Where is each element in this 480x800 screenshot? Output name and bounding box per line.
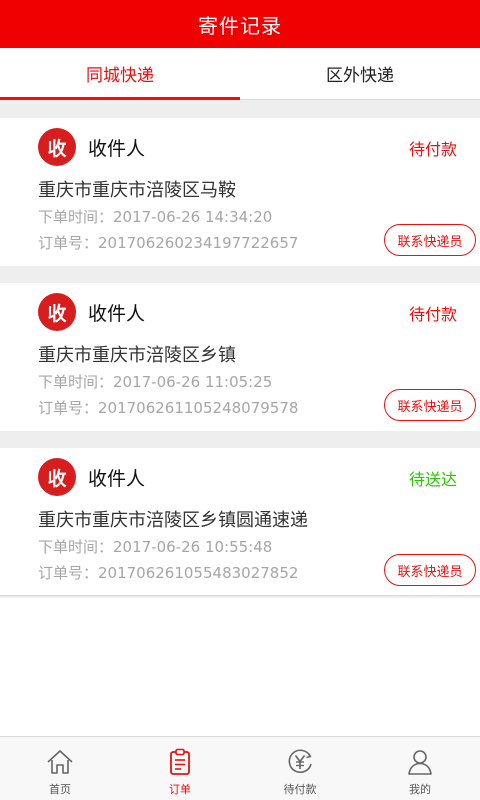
page-title: 寄件记录: [198, 13, 282, 38]
tab-same-city[interactable]: 同城快递: [0, 48, 240, 100]
app-header: 寄件记录: [0, 0, 480, 48]
active-tab-indicator: [0, 97, 240, 100]
contact-courier-button[interactable]: 联系快递员: [384, 554, 476, 586]
nav-pending-payment[interactable]: 待付款: [240, 737, 360, 800]
yen-icon: [288, 749, 312, 773]
receive-badge-icon: 收: [38, 293, 76, 331]
order-card[interactable]: 收 收件人 待送达 重庆市重庆市涪陵区乡镇圆通速递 下单时间：2017-06-2…: [0, 448, 480, 596]
recipient-label: 收件人: [88, 303, 146, 325]
bottom-navigation: 首页 订单 待付款 我的: [0, 736, 480, 800]
address-text: 重庆市重庆市涪陵区乡镇圆通速递: [38, 510, 308, 531]
tab-label: 区外快递: [326, 66, 394, 86]
recipient-label: 收件人: [88, 138, 146, 160]
empty-area: [0, 598, 480, 736]
tab-label: 同城快递: [86, 66, 154, 86]
contact-courier-button[interactable]: 联系快递员: [384, 224, 476, 256]
order-list: 收 收件人 待付款 重庆市重庆市涪陵区马鞍 下单时间：2017-06-26 14…: [0, 118, 480, 596]
nav-label: 待付款: [283, 783, 317, 796]
order-time: 下单时间：2017-06-26 10:55:48: [38, 538, 273, 556]
receive-badge-icon: 收: [38, 128, 76, 166]
receive-badge-icon: 收: [38, 458, 76, 496]
nav-label: 首页: [49, 783, 71, 796]
status-text: 待送达: [408, 470, 457, 489]
nav-label: 我的: [409, 783, 431, 796]
home-icon: [47, 750, 73, 774]
status-text: 待付款: [408, 305, 457, 324]
status-text: 待付款: [408, 140, 457, 159]
order-time: 下单时间：2017-06-26 11:05:25: [38, 373, 273, 391]
nav-profile[interactable]: 我的: [360, 737, 480, 800]
clipboard-icon: [170, 748, 190, 775]
order-number: 订单号：20170626023419772​2657: [38, 234, 299, 252]
order-card[interactable]: 收 收件人 待付款 重庆市重庆市涪陵区乡镇 下单时间：2017-06-26 11…: [0, 283, 480, 431]
order-time: 下单时间：2017-06-26 14:34:20: [38, 208, 273, 226]
nav-home[interactable]: 首页: [0, 737, 120, 800]
user-icon: [408, 750, 432, 775]
recipient-label: 收件人: [88, 468, 146, 490]
order-card[interactable]: 收 收件人 待付款 重庆市重庆市涪陵区马鞍 下单时间：2017-06-26 14…: [0, 118, 480, 266]
order-number: 订单号：20170626110524807957​8: [38, 399, 299, 417]
order-number: 订单号：20170626105548302785​2: [38, 564, 299, 582]
address-text: 重庆市重庆市涪陵区乡镇: [38, 345, 236, 366]
contact-courier-button[interactable]: 联系快递员: [384, 389, 476, 421]
nav-orders[interactable]: 订单: [120, 737, 240, 800]
tab-bar: 同城快递 区外快递: [0, 48, 480, 100]
nav-label: 订单: [169, 783, 191, 796]
address-text: 重庆市重庆市涪陵区马鞍: [38, 180, 236, 201]
tab-outside-area[interactable]: 区外快递: [240, 48, 480, 99]
